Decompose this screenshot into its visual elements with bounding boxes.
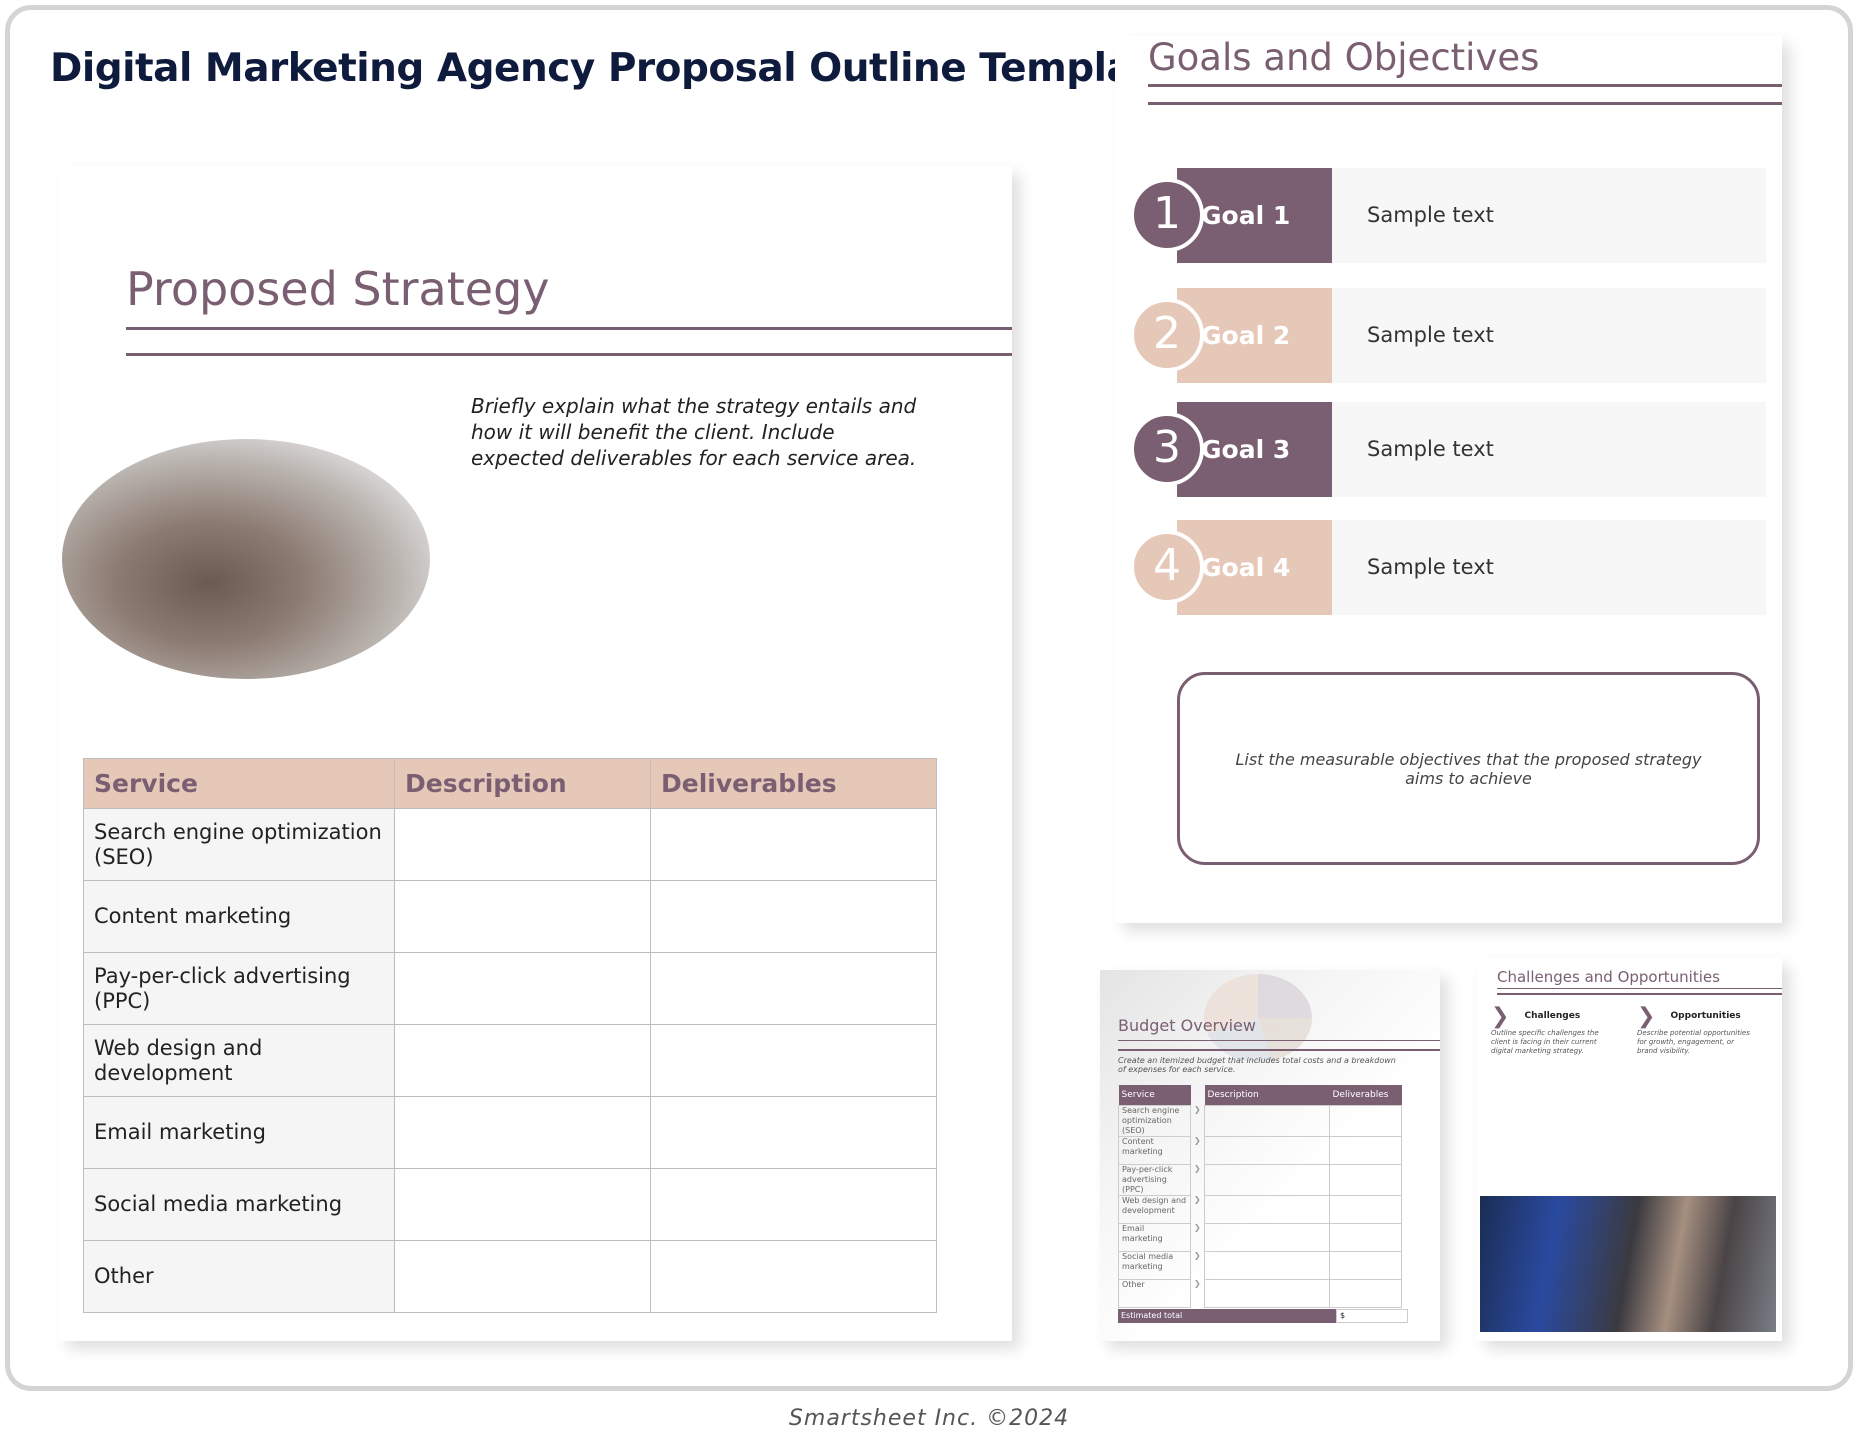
budget-table: Service Description Deliverables Search en… xyxy=(1118,1085,1402,1308)
header-deliverables: Deliverables xyxy=(650,758,937,809)
chevron-right-icon: ❯ xyxy=(1637,1004,1656,1029)
table-row: Search engine optimization (SEO) ❯ xyxy=(1118,1104,1402,1137)
goal-3: 3 Goal 3 Sample text xyxy=(1130,402,1766,497)
table-row: Other xyxy=(83,1240,937,1313)
services-table: Service Description Deliverables Search … xyxy=(83,758,937,1313)
challenges-thumbnail: Challenges and Opportunities ❯ Challenge… xyxy=(1477,958,1782,1341)
goal-text[interactable]: Sample text xyxy=(1332,168,1766,263)
page-title: Digital Marketing Agency Proposal Outlin… xyxy=(50,46,1177,91)
team-working-photo xyxy=(1480,1196,1776,1332)
challenges-item: ❯ Challenges Outline specific challenges… xyxy=(1491,1004,1599,1055)
team-meeting-photo xyxy=(62,439,430,679)
table-row: Content marketing ❯ xyxy=(1118,1135,1402,1165)
goal-number: 1 xyxy=(1130,178,1204,252)
table-row: Content marketing xyxy=(83,880,937,953)
divider xyxy=(1148,84,1782,87)
divider xyxy=(126,353,1012,356)
table-row: Other ❯ xyxy=(1118,1278,1402,1308)
goal-text[interactable]: Sample text xyxy=(1332,288,1766,383)
chevron-right-icon: ❯ xyxy=(1194,1136,1201,1145)
header-service: Service xyxy=(83,758,395,809)
divider xyxy=(1497,993,1782,995)
objectives-text: List the measurable objectives that the … xyxy=(1235,749,1702,788)
goal-text[interactable]: Sample text xyxy=(1332,402,1766,497)
chevron-right-icon: ❯ xyxy=(1194,1279,1201,1288)
goal-number: 2 xyxy=(1130,298,1204,372)
budget-heading: Budget Overview xyxy=(1118,1016,1256,1035)
goals-heading: Goals and Objectives xyxy=(1148,36,1540,79)
divider xyxy=(1118,1049,1440,1051)
opportunities-item: ❯ Opportunities Describe potential oppor… xyxy=(1637,1004,1750,1055)
goal-number: 4 xyxy=(1130,530,1204,604)
table-row: Email marketing xyxy=(83,1096,937,1169)
chevron-right-icon: ❯ xyxy=(1194,1195,1201,1204)
strategy-heading: Proposed Strategy xyxy=(126,262,550,316)
table-row: Pay-per-click advertising (PPC) xyxy=(83,952,937,1025)
chevron-right-icon: ❯ xyxy=(1194,1164,1201,1173)
footer-copyright: Smartsheet Inc. ©2024 xyxy=(788,1406,1070,1431)
table-row: Social media marketing xyxy=(83,1168,937,1241)
budget-description: Create an itemized budget that includes … xyxy=(1118,1056,1396,1074)
header-description: Description xyxy=(394,758,651,809)
table-row: Web design and development xyxy=(83,1024,937,1097)
estimated-total-label: Estimated total xyxy=(1118,1309,1336,1323)
estimated-total-value[interactable]: $ xyxy=(1336,1309,1408,1323)
table-row: Email marketing ❯ xyxy=(1118,1222,1402,1252)
table-row: Web design and development ❯ xyxy=(1118,1194,1402,1224)
table-row: Search engine optimization (SEO) xyxy=(83,808,937,881)
goal-4: 4 Goal 4 Sample text xyxy=(1130,520,1766,615)
divider xyxy=(126,327,1012,330)
divider xyxy=(1497,988,1782,989)
strategy-description: Briefly explain what the strategy entail… xyxy=(471,394,917,470)
divider xyxy=(1118,1040,1440,1041)
table-row: Social media marketing ❯ xyxy=(1118,1250,1402,1280)
table-row: Pay-per-click advertising (PPC) ❯ xyxy=(1118,1163,1402,1196)
challenges-heading: Challenges and Opportunities xyxy=(1497,968,1720,986)
budget-overview-thumbnail: Budget Overview Create an itemized budge… xyxy=(1100,970,1440,1341)
goal-2: 2 Goal 2 Sample text xyxy=(1130,288,1766,383)
goal-text[interactable]: Sample text xyxy=(1332,520,1766,615)
chevron-right-icon: ❯ xyxy=(1194,1223,1201,1232)
objectives-box[interactable]: List the measurable objectives that the … xyxy=(1177,672,1760,865)
chevron-right-icon: ❯ xyxy=(1194,1251,1201,1260)
chevron-right-icon: ❯ xyxy=(1491,1004,1510,1029)
goal-number: 3 xyxy=(1130,412,1204,486)
divider xyxy=(1148,102,1782,105)
goal-1: 1 Goal 1 Sample text xyxy=(1130,168,1766,263)
chevron-right-icon: ❯ xyxy=(1194,1105,1201,1114)
